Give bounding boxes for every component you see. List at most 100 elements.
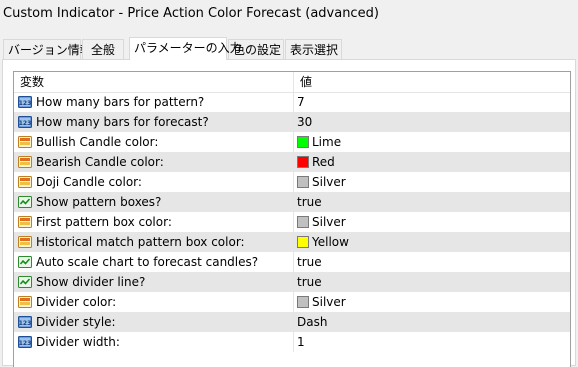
color-swatch: [297, 136, 309, 148]
parameter-value-cell[interactable]: 30: [294, 112, 570, 132]
parameter-value-cell[interactable]: true: [294, 272, 570, 292]
grid-header: 変数 値: [14, 72, 570, 93]
parameter-label: Show pattern boxes?: [36, 195, 162, 209]
parameter-label: Divider width:: [36, 335, 120, 349]
parameter-value-cell[interactable]: Lime: [294, 132, 570, 152]
parameter-row[interactable]: Bearish Candle color: Red: [14, 152, 570, 172]
parameter-name-cell[interactable]: 123 Divider width:: [14, 332, 293, 352]
parameter-row[interactable]: Divider color: Silver: [14, 292, 570, 312]
parameter-row[interactable]: 123 How many bars for forecast? 30: [14, 112, 570, 132]
parameter-value: Red: [312, 155, 335, 169]
parameter-label: Divider color:: [36, 295, 117, 309]
parameter-label: Bullish Candle color:: [36, 135, 159, 149]
tab-strip: バージョン情報 全般 パラメーターの入力 色の設定 表示選択: [0, 37, 578, 60]
color-icon: [17, 294, 33, 310]
parameter-value-cell[interactable]: 1: [294, 332, 570, 352]
parameter-value-cell[interactable]: Silver: [294, 212, 570, 232]
color-icon: [17, 174, 33, 190]
bool-icon: [17, 254, 33, 270]
parameter-value: Silver: [312, 175, 346, 189]
parameter-value: Dash: [297, 315, 328, 329]
parameter-row[interactable]: First pattern box color: Silver: [14, 212, 570, 232]
bool-icon: [17, 274, 33, 290]
color-swatch: [297, 216, 309, 228]
parameter-label: First pattern box color:: [36, 215, 172, 229]
parameter-label: Auto scale chart to forecast candles?: [36, 255, 259, 269]
parameter-name-cell[interactable]: Show pattern boxes?: [14, 192, 293, 212]
svg-text:123: 123: [19, 320, 32, 327]
tab-input-parameters[interactable]: パラメーターの入力: [129, 37, 242, 60]
parameter-name-cell[interactable]: Doji Candle color:: [14, 172, 293, 192]
parameter-value: Silver: [312, 295, 346, 309]
parameters-grid: 変数 値 123 How many bars for pattern? 7 123 Ho…: [13, 71, 571, 367]
int-icon: 123: [17, 94, 33, 110]
parameter-value-cell[interactable]: Red: [294, 152, 570, 172]
parameter-value: true: [297, 275, 322, 289]
parameter-row[interactable]: Show pattern boxes? true: [14, 192, 570, 212]
color-icon: [17, 234, 33, 250]
header-variable[interactable]: 変数: [14, 72, 44, 92]
parameter-value: true: [297, 255, 322, 269]
parameter-value: Lime: [312, 135, 342, 149]
parameter-name-cell[interactable]: Auto scale chart to forecast candles?: [14, 252, 293, 272]
parameter-name-cell[interactable]: First pattern box color:: [14, 212, 293, 232]
parameter-label: Bearish Candle color:: [36, 155, 164, 169]
parameter-row[interactable]: 123 How many bars for pattern? 7: [14, 92, 570, 112]
color-icon: [17, 214, 33, 230]
parameter-name-cell[interactable]: Divider color:: [14, 292, 293, 312]
parameter-name-cell[interactable]: 123 How many bars for forecast?: [14, 112, 293, 132]
bool-icon: [17, 194, 33, 210]
parameter-name-cell[interactable]: Historical match pattern box color:: [14, 232, 293, 252]
tab-panel: 変数 値 123 How many bars for pattern? 7 123 Ho…: [2, 59, 576, 367]
int-icon: 123: [17, 334, 33, 350]
parameter-value-cell[interactable]: true: [294, 252, 570, 272]
parameter-label: Show divider line?: [36, 275, 146, 289]
parameter-row[interactable]: Bullish Candle color: Lime: [14, 132, 570, 152]
parameter-value: Yellow: [312, 235, 349, 249]
parameter-value-cell[interactable]: Silver: [294, 172, 570, 192]
parameter-label: Divider style:: [36, 315, 116, 329]
parameter-value: 1: [297, 335, 305, 349]
window-title: Custom Indicator - Price Action Color Fo…: [3, 6, 379, 21]
parameter-value: 30: [297, 115, 313, 129]
parameter-value-cell[interactable]: Silver: [294, 292, 570, 312]
parameter-value-cell[interactable]: true: [294, 192, 570, 212]
parameter-value: true: [297, 195, 322, 209]
parameter-label: Doji Candle color:: [36, 175, 142, 189]
parameter-name-cell[interactable]: Bullish Candle color:: [14, 132, 293, 152]
color-icon: [17, 134, 33, 150]
svg-text:123: 123: [19, 340, 32, 347]
parameter-row[interactable]: 123 Divider width: 1: [14, 332, 570, 352]
int-icon: 123: [17, 314, 33, 330]
parameter-label: How many bars for forecast?: [36, 115, 209, 129]
parameter-row[interactable]: Historical match pattern box color: Yello…: [14, 232, 570, 252]
svg-text:123: 123: [19, 100, 32, 107]
parameter-value: 7: [297, 95, 305, 109]
tab-general[interactable]: 全般: [82, 39, 124, 59]
parameter-name-cell[interactable]: Bearish Candle color:: [14, 152, 293, 172]
parameter-name-cell[interactable]: 123 How many bars for pattern?: [14, 92, 293, 112]
parameter-row[interactable]: Auto scale chart to forecast candles? tru…: [14, 252, 570, 272]
parameter-row[interactable]: Show divider line? true: [14, 272, 570, 292]
color-swatch: [297, 156, 309, 168]
parameter-value-cell[interactable]: Yellow: [294, 232, 570, 252]
int-icon: 123: [17, 114, 33, 130]
color-icon: [17, 154, 33, 170]
tab-version-info[interactable]: バージョン情報: [3, 39, 92, 59]
parameter-value: Silver: [312, 215, 346, 229]
color-swatch: [297, 296, 309, 308]
color-swatch: [297, 236, 309, 248]
color-swatch: [297, 176, 309, 188]
title-bar: Custom Indicator - Price Action Color Fo…: [0, 0, 578, 30]
parameter-row[interactable]: Doji Candle color: Silver: [14, 172, 570, 192]
parameter-row[interactable]: 123 Divider style: Dash: [14, 312, 570, 332]
svg-text:123: 123: [19, 120, 32, 127]
parameter-label: How many bars for pattern?: [36, 95, 205, 109]
parameter-name-cell[interactable]: Show divider line?: [14, 272, 293, 292]
parameter-name-cell[interactable]: 123 Divider style:: [14, 312, 293, 332]
tab-visualization[interactable]: 表示選択: [285, 39, 342, 59]
header-value[interactable]: 値: [294, 72, 312, 92]
parameter-value-cell[interactable]: 7: [294, 92, 570, 112]
parameter-value-cell[interactable]: Dash: [294, 312, 570, 332]
parameter-label: Historical match pattern box color:: [36, 235, 245, 249]
